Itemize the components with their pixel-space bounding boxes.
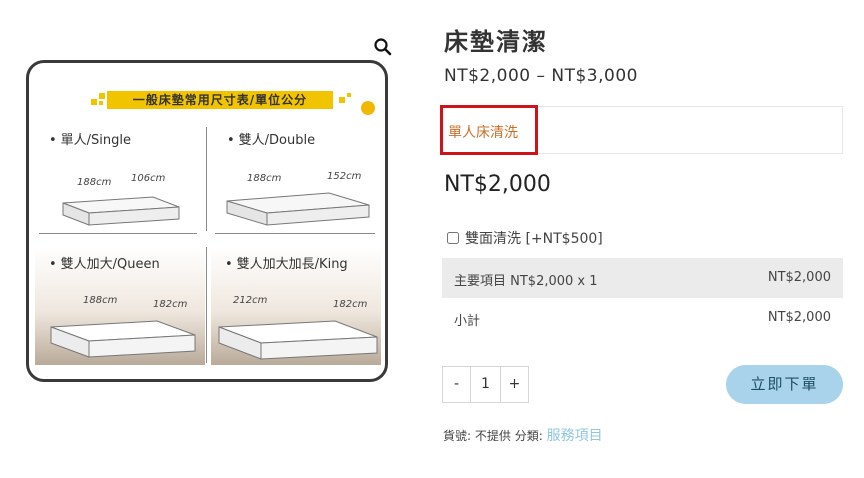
category-label: 分類:: [514, 429, 543, 443]
panel-label: 雙人加大/Queen: [60, 257, 160, 272]
addon-label: 雙面清洗 [+NT$500]: [465, 231, 603, 247]
price-range: NT$2,000 – NT$3,000: [444, 66, 638, 86]
mattress-illustration: [218, 320, 378, 360]
size-panel-double: • 雙人/Double 188cm 152cm: [213, 123, 383, 227]
image-header: 一般床墊常用尺寸表/單位公分: [29, 63, 385, 115]
product-image[interactable]: 一般床墊常用尺寸表/單位公分 • 單人/Single 188cm 106cm • 雙…: [26, 60, 388, 382]
panel-label: 雙人/Double: [238, 133, 316, 148]
row-label: 主要項目 NT$2,000 x 1: [454, 274, 598, 289]
dim-length: 212cm: [233, 295, 268, 306]
quantity-stepper: - 1 +: [442, 366, 529, 403]
product-meta: 貨號: 不提供 分類: 服務項目: [443, 425, 603, 445]
addon-checkbox[interactable]: [447, 232, 459, 244]
product-price: NT$2,000: [444, 172, 551, 197]
sku-value: 不提供: [474, 429, 511, 443]
sku-label: 貨號:: [443, 429, 472, 443]
table-row: 主要項目 NT$2,000 x 1 NT$2,000: [442, 258, 843, 298]
size-panel-single: • 單人/Single 188cm 106cm: [35, 123, 205, 227]
category-link[interactable]: 服務項目: [547, 428, 603, 444]
quantity-input[interactable]: 1: [471, 366, 500, 403]
row-label: 小計: [454, 314, 481, 329]
zoom-icon[interactable]: [372, 36, 394, 58]
size-panel-king: • 雙人加大加長/King 212cm 182cm: [211, 247, 381, 365]
row-amount: NT$2,000: [767, 310, 831, 325]
order-now-button[interactable]: 立即下單: [726, 365, 843, 404]
mattress-illustration: [62, 196, 180, 226]
size-chart-banner: 一般床墊常用尺寸表/單位公分: [107, 91, 333, 109]
panel-label: 雙人加大加長/King: [236, 257, 348, 272]
mattress-illustration: [50, 320, 196, 358]
panel-label: 單人/Single: [60, 133, 132, 148]
mattress-illustration: [226, 192, 370, 226]
size-panel-queen: • 雙人加大/Queen 188cm 182cm: [35, 247, 205, 365]
table-row: 小計 NT$2,000: [442, 298, 843, 336]
product-title: 床墊清潔: [444, 28, 548, 56]
decrease-quantity-button[interactable]: -: [442, 366, 471, 403]
decorative-dot: [361, 101, 375, 115]
variation-option[interactable]: 單人床清洗: [448, 122, 518, 142]
price-summary-table: 主要項目 NT$2,000 x 1 NT$2,000 小計 NT$2,000: [442, 258, 843, 336]
dim-width: 152cm: [327, 171, 362, 182]
increase-quantity-button[interactable]: +: [500, 366, 529, 403]
row-amount: NT$2,000: [767, 270, 831, 285]
dim-length: 188cm: [83, 295, 118, 306]
double-side-addon[interactable]: 雙面清洗 [+NT$500]: [447, 228, 603, 248]
